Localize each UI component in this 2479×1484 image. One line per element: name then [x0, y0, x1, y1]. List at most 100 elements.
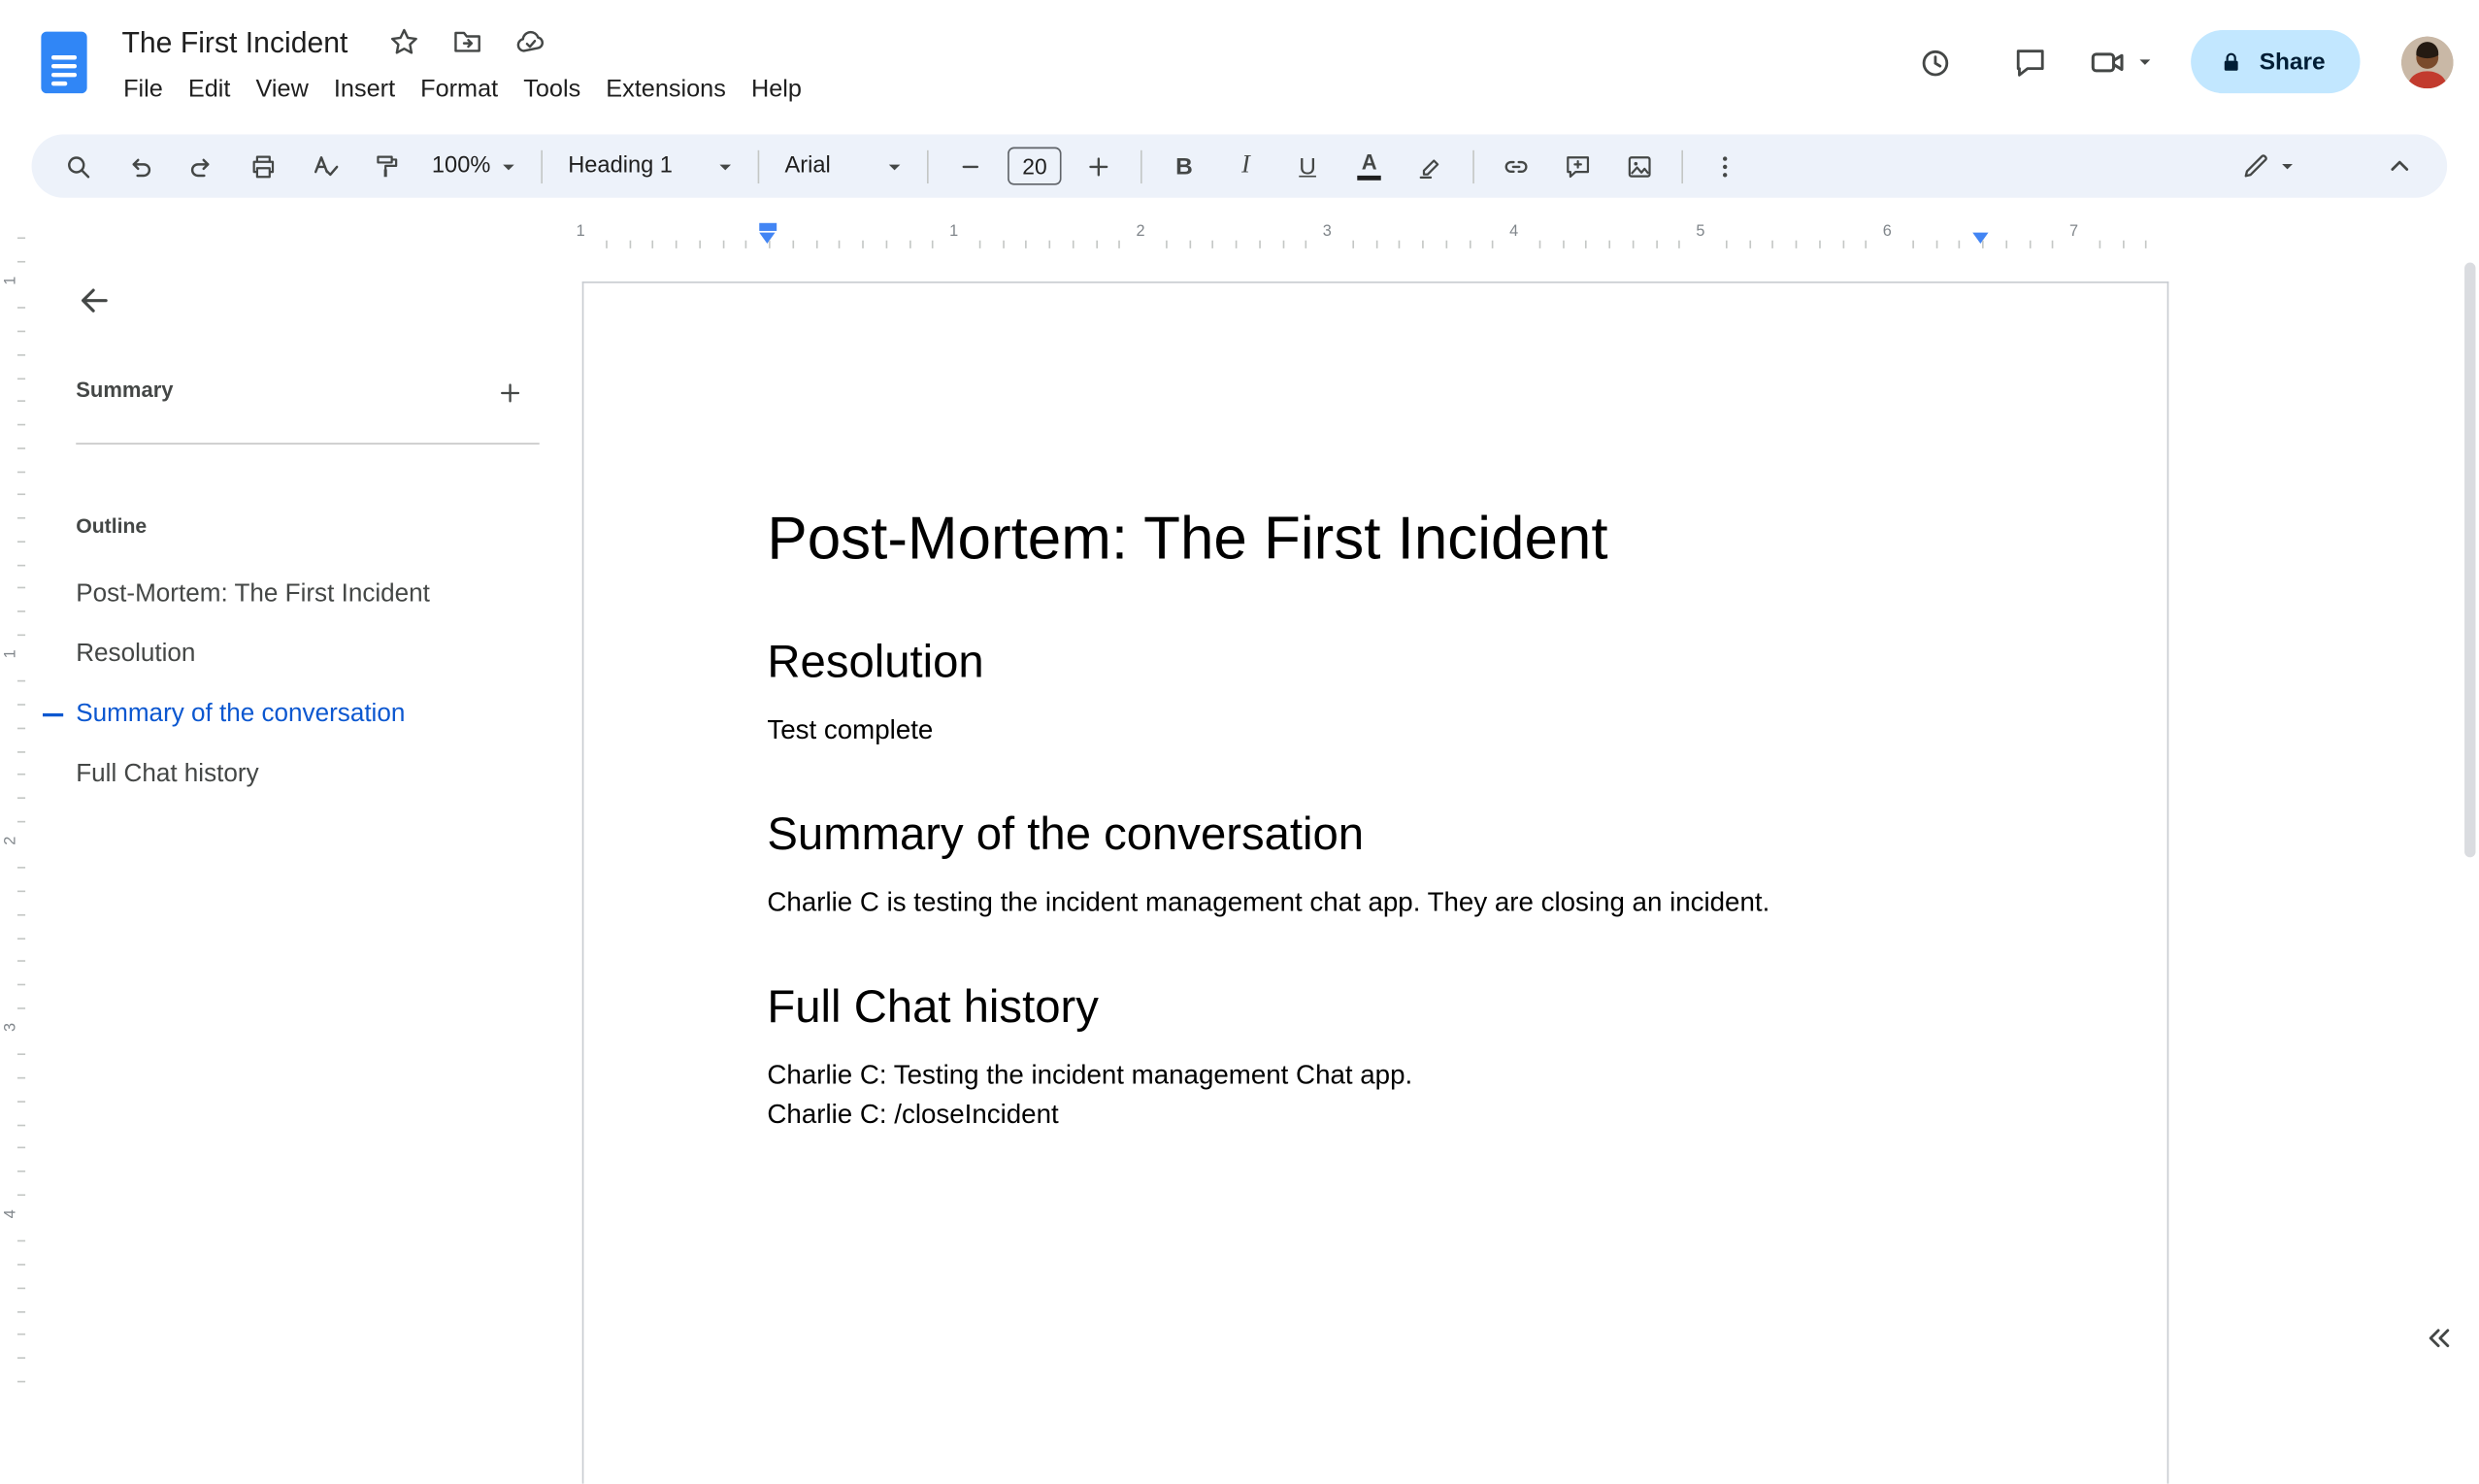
ruler-tick [17, 890, 26, 893]
first-line-indent-marker[interactable] [759, 222, 777, 231]
text-color-button[interactable]: A [1344, 143, 1395, 190]
more-toolbar-button[interactable] [1700, 143, 1750, 190]
toolbar-divider [757, 149, 760, 183]
page-content: Post-Mortem: The First Incident Resoluti… [583, 283, 2166, 1135]
ruler-tick [698, 240, 701, 248]
add-comment-button[interactable] [1553, 143, 1603, 190]
share-button[interactable]: Share [2191, 29, 2361, 94]
font-size-input[interactable]: 20 [1008, 147, 1062, 185]
highlight-color-button[interactable] [1405, 143, 1456, 190]
add-summary-button[interactable] [487, 370, 532, 414]
ruler-tick [1072, 240, 1074, 248]
star-button[interactable] [386, 23, 424, 61]
ruler-tick [1165, 240, 1168, 248]
ruler-tick [17, 1194, 26, 1196]
print-button[interactable] [238, 143, 288, 190]
ruler-tick [17, 400, 26, 403]
underline-button[interactable]: U [1282, 143, 1333, 190]
ruler-horizontal[interactable]: 1 1 2 3 4 5 6 7 [577, 221, 2169, 249]
account-avatar[interactable] [2400, 35, 2454, 88]
outline-item-4[interactable]: Full Chat history [76, 745, 535, 806]
doc-heading[interactable]: Resolution [767, 635, 1983, 692]
document-status-button[interactable] [512, 23, 550, 61]
ruler-number: 3 [1322, 222, 1332, 241]
version-history-button[interactable] [1899, 25, 1971, 98]
ruler-tick [1818, 240, 1821, 248]
collapse-side-panel-button[interactable] [2419, 1318, 2463, 1363]
paragraph-style-select[interactable]: Heading 1 [554, 143, 747, 190]
doc-title[interactable]: Post-Mortem: The First Incident [767, 502, 1983, 577]
bold-button[interactable]: B [1159, 143, 1209, 190]
ruler-tick [17, 610, 26, 612]
toolbar-divider [1140, 149, 1142, 183]
chevron-up-icon [2384, 150, 2416, 182]
outline-item-1[interactable]: Post-Mortem: The First Incident [76, 565, 535, 625]
menu-extensions[interactable]: Extensions [593, 71, 739, 109]
document-page[interactable]: Post-Mortem: The First Incident Resoluti… [581, 281, 2169, 1484]
ruler-tick [17, 307, 26, 310]
doc-heading[interactable]: Full Chat history [767, 979, 1983, 1037]
ruler-tick [2005, 240, 2007, 248]
ruler-tick [1655, 240, 1658, 248]
editing-mode-button[interactable] [2229, 141, 2311, 191]
ruler-tick [17, 516, 26, 519]
ruler-tick [628, 240, 631, 248]
ruler-tick [1934, 240, 1937, 248]
insert-link-button[interactable] [1491, 143, 1541, 190]
comments-button[interactable] [1994, 25, 2066, 98]
decrease-font-size-button[interactable] [945, 143, 996, 190]
doc-paragraph[interactable]: Test complete [767, 710, 1983, 750]
hide-menus-button[interactable] [2374, 141, 2425, 191]
move-button[interactable] [449, 23, 487, 61]
menu-insert[interactable]: Insert [321, 71, 408, 109]
ruler-number: 7 [2069, 222, 2079, 241]
spellcheck-button[interactable] [300, 143, 350, 190]
zoom-select[interactable]: 100% [417, 143, 530, 190]
ruler-number: 1 [2, 276, 20, 285]
ruler-number: 2 [1136, 222, 1145, 241]
close-outline-button[interactable] [73, 279, 117, 323]
insert-image-button[interactable] [1614, 143, 1665, 190]
ruler-tick [1351, 240, 1354, 248]
docs-logo-icon[interactable] [40, 30, 89, 95]
menu-file[interactable]: File [111, 71, 176, 109]
paint-format-button[interactable] [361, 143, 412, 190]
ruler-tick [744, 240, 747, 248]
right-indent-marker[interactable] [1971, 231, 1988, 244]
doc-paragraph[interactable]: Charlie C is testing the incident manage… [767, 882, 1983, 922]
italic-button[interactable]: I [1220, 143, 1271, 190]
increase-font-size-button[interactable] [1074, 143, 1124, 190]
header: The First Incident File Edit View Insert For… [0, 0, 2479, 133]
version-history-icon [1917, 44, 1953, 80]
undo-button[interactable] [115, 143, 165, 190]
font-select[interactable]: Arial [771, 143, 916, 190]
ruler-tick [909, 240, 910, 248]
document-title[interactable]: The First Incident [121, 24, 347, 59]
move-folder-icon [451, 25, 484, 58]
search-menus-button[interactable] [53, 143, 104, 190]
doc-body: Resolution Test complete Summary of the co… [767, 635, 1983, 1135]
menu-help[interactable]: Help [739, 71, 814, 109]
ruler-number: 1 [576, 222, 585, 241]
ruler-tick [1399, 240, 1401, 248]
menu-view[interactable]: View [243, 71, 320, 109]
ruler-tick [17, 540, 26, 543]
menu-edit[interactable]: Edit [176, 71, 244, 109]
doc-paragraph[interactable]: Charlie C: Testing the incident manageme… [767, 1055, 1983, 1095]
menu-format[interactable]: Format [408, 71, 511, 109]
doc-heading[interactable]: Summary of the conversation [767, 807, 1983, 864]
redo-button[interactable] [177, 143, 227, 190]
join-call-button[interactable] [2089, 42, 2159, 82]
menu-tools[interactable]: Tools [511, 71, 593, 109]
ruler-tick [1118, 240, 1121, 248]
vertical-scrollbar[interactable] [2464, 262, 2476, 858]
ruler-tick [17, 774, 26, 775]
insert-image-icon [1625, 151, 1655, 181]
left-indent-marker[interactable] [758, 231, 775, 244]
doc-paragraph[interactable]: Charlie C: /closeIncident [767, 1095, 1983, 1135]
ruler-tick [17, 1053, 26, 1056]
ruler-tick [17, 260, 26, 263]
outline-item-3[interactable]: Summary of the conversation [43, 685, 535, 745]
outline-item-2[interactable]: Resolution [76, 625, 535, 685]
ruler-number: 3 [2, 1022, 20, 1033]
